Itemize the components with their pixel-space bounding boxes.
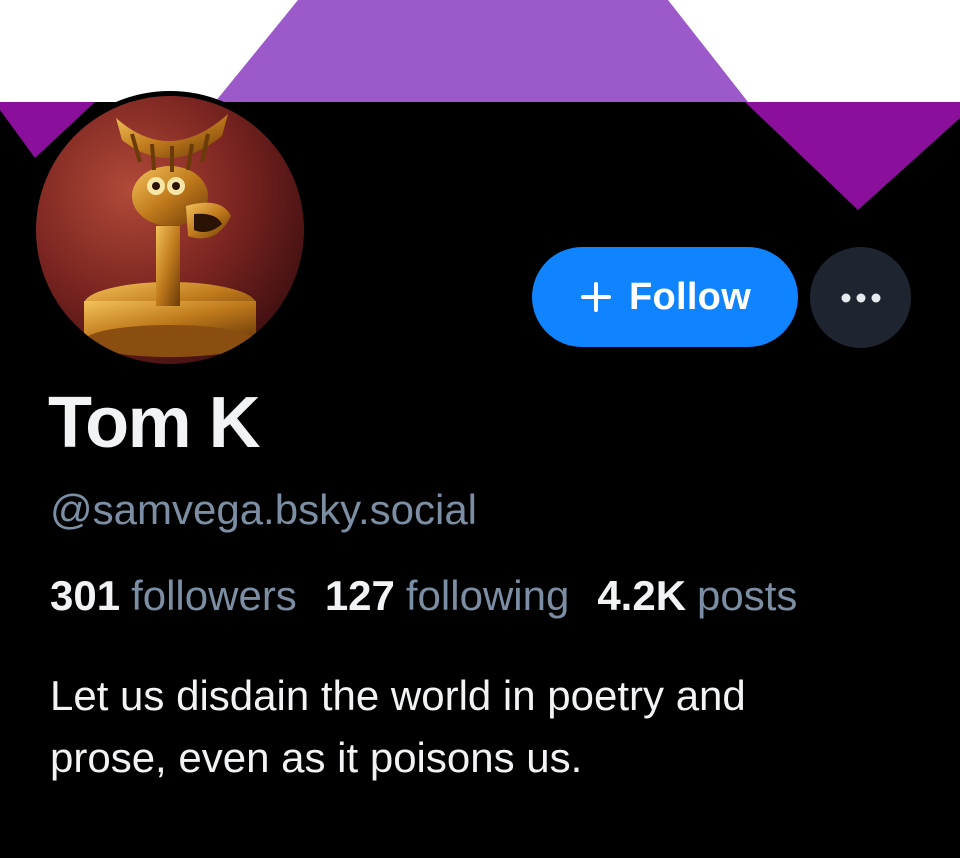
followers-label[interactable]: followers [131, 572, 297, 620]
bio-line: Let us disdain the world in poetry and [50, 672, 746, 719]
profile-page: Follow Tom K @samvega.bsky.social 301 fo… [0, 0, 960, 858]
profile-stats: 301 followers 127 following 4.2K posts [50, 572, 797, 620]
follow-label: Follow [628, 275, 752, 318]
following-count[interactable]: 127 [325, 572, 395, 620]
more-options-icon [841, 293, 880, 302]
posts-label: posts [697, 572, 798, 619]
profile-bio: Let us disdain the world in poetry and p… [50, 665, 930, 789]
profile-handle: @samvega.bsky.social [50, 486, 478, 533]
more-options-button[interactable] [810, 247, 911, 348]
bio-line: prose, even as it poisons us. [50, 734, 583, 781]
robot-avatar-icon [36, 96, 304, 364]
follow-button[interactable]: Follow [532, 247, 798, 347]
followers-count[interactable]: 301 [50, 572, 120, 620]
plus-icon [580, 282, 611, 312]
posts-count: 4.2K [597, 572, 687, 619]
display-name: Tom K [48, 383, 261, 463]
avatar[interactable] [31, 91, 309, 369]
following-label[interactable]: following [406, 572, 569, 620]
